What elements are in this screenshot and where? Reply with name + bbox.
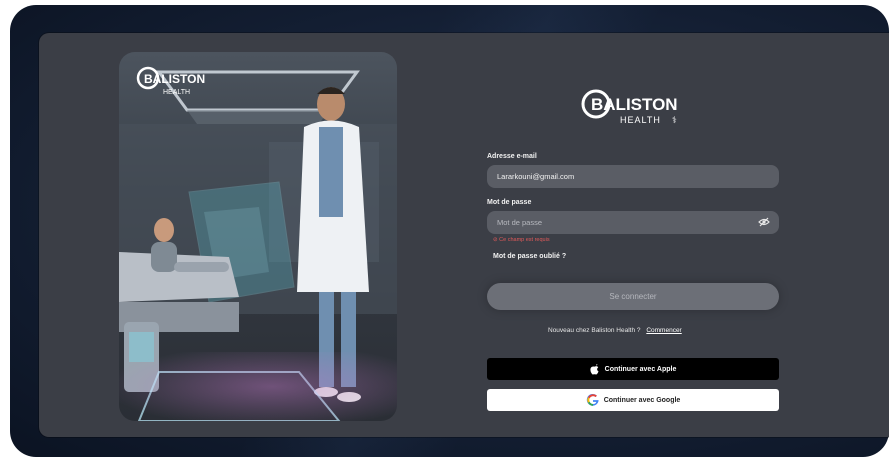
svg-text:BALISTON: BALISTON: [591, 95, 678, 114]
password-field[interactable]: [487, 211, 779, 234]
password-label: Mot de passe: [487, 199, 532, 206]
signup-link[interactable]: Commencer: [646, 327, 681, 334]
google-icon: [586, 393, 599, 406]
hero-logo: BALISTON HEALTH: [136, 66, 205, 96]
brand-mark-icon: ⚕: [672, 116, 677, 126]
continue-with-google-button[interactable]: Continuer avec Google: [487, 389, 779, 411]
email-label: Adresse e-mail: [487, 153, 537, 160]
hero-illustration: BALISTON HEALTH: [119, 52, 397, 421]
google-button-label: Continuer avec Google: [603, 396, 681, 404]
apple-button-label: Continuer avec Apple: [604, 365, 677, 373]
svg-text:HEALTH: HEALTH: [620, 115, 661, 125]
signup-prompt: Nouveau chez Baliston Health ? Commencer: [548, 327, 682, 334]
forgot-password-link[interactable]: Mot de passe oublié ?: [493, 253, 566, 260]
login-button-label: Se connecter: [609, 292, 657, 301]
continue-with-apple-button[interactable]: Continuer avec Apple: [487, 358, 779, 380]
toggle-password-visibility-icon[interactable]: [758, 217, 770, 227]
signup-prompt-text: Nouveau chez Baliston Health ?: [548, 327, 641, 334]
svg-text:HEALTH: HEALTH: [163, 89, 190, 96]
email-field[interactable]: [487, 165, 779, 188]
clinic-scene-image: [119, 70, 397, 421]
login-button[interactable]: Se connecter: [487, 283, 779, 310]
password-error-message: ⊘ Ce champ est requis: [493, 237, 550, 243]
svg-text:BALISTON: BALISTON: [144, 72, 205, 86]
apple-icon: [590, 363, 599, 374]
brand-logo: BALISTON HEALTH ⚕: [581, 89, 678, 126]
